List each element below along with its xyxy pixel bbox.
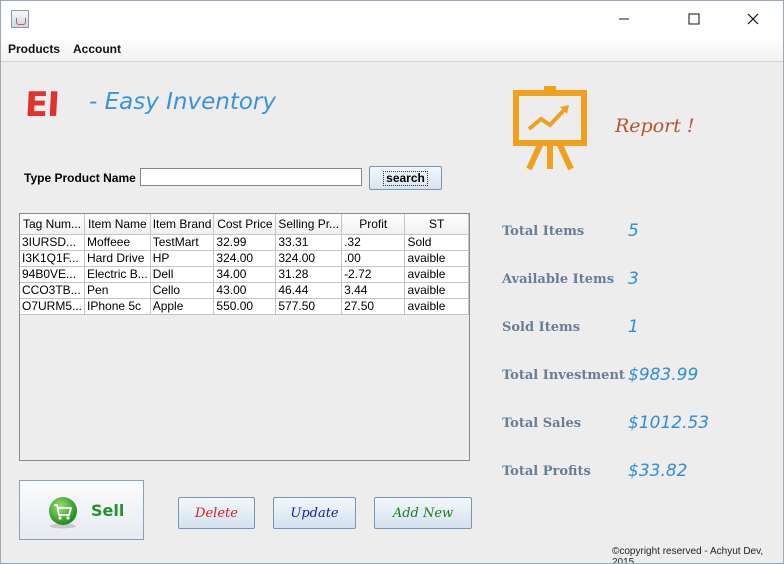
cell-item-name: Pen — [84, 282, 151, 299]
sell-button-label: Sell — [91, 501, 125, 520]
copyright-text: ©copyright reserved - Achyut Dev, 2015 — [612, 546, 764, 564]
cell-status: avaible — [404, 298, 469, 315]
stat-value-total-investment: $983.99 — [628, 365, 699, 385]
cell-selling-price: 46.44 — [275, 282, 343, 299]
col-header-profit[interactable]: Profit — [341, 214, 406, 235]
stat-value-sold-items: 1 — [628, 317, 639, 337]
col-header-cost-price[interactable]: Cost Price — [213, 214, 277, 235]
cell-cost-price: 32.99 — [213, 234, 277, 251]
cell-cost-price: 550.00 — [213, 298, 277, 315]
java-app-icon — [11, 10, 29, 28]
table-row[interactable]: CCO3TB... Pen Cello 43.00 46.44 3.44 ava… — [20, 282, 469, 299]
add-new-button[interactable]: Add New — [374, 497, 472, 529]
col-header-item-name[interactable]: Item Name — [84, 214, 151, 235]
stat-label-total-items: Total Items — [502, 224, 585, 239]
col-header-status[interactable]: ST — [404, 214, 469, 235]
col-header-tag[interactable]: Tag Num... — [20, 214, 86, 235]
col-header-selling-price[interactable]: Selling Pr... — [275, 214, 343, 235]
inventory-table[interactable]: Tag Num... Item Name Item Brand Cost Pri… — [19, 213, 470, 461]
stat-label-total-investment: Total Investment — [502, 368, 625, 383]
cell-status: avaible — [404, 250, 469, 267]
cell-item-brand: Cello — [150, 282, 215, 299]
cell-profit: 3.44 — [341, 282, 406, 299]
stat-label-total-sales: Total Sales — [502, 416, 582, 431]
delete-button-label: Delete — [195, 505, 238, 521]
stat-value-total-items: 5 — [628, 221, 639, 241]
cell-status: avaible — [404, 266, 469, 283]
menu-products[interactable]: Products — [8, 42, 60, 56]
maximize-icon[interactable] — [671, 1, 717, 37]
table-row[interactable]: 3IURSD... Moffeee TestMart 32.99 33.31 .… — [20, 234, 469, 251]
cell-selling-price: 324.00 — [275, 250, 343, 267]
cell-profit: -2.72 — [341, 266, 406, 283]
cell-selling-price: 577.50 — [275, 298, 343, 315]
cell-profit: .00 — [341, 250, 406, 267]
cell-item-brand: Apple — [150, 298, 215, 315]
cell-tag: CCO3TB... — [20, 282, 86, 299]
cell-status: avaible — [404, 282, 469, 299]
close-icon[interactable] — [730, 1, 776, 37]
cell-item-brand: Dell — [150, 266, 215, 283]
logo-mark: EI — [23, 85, 60, 125]
search-input[interactable] — [140, 168, 362, 186]
cell-cost-price: 34.00 — [213, 266, 277, 283]
cell-tag: I3K1Q1F... — [20, 250, 86, 267]
cell-profit: .32 — [341, 234, 406, 251]
cell-item-brand: TestMart — [150, 234, 215, 251]
search-label: Type Product Name — [24, 171, 136, 185]
cell-profit: 27.50 — [341, 298, 406, 315]
stat-value-total-profits: $33.82 — [628, 461, 688, 481]
cell-selling-price: 33.31 — [275, 234, 343, 251]
stat-label-total-profits: Total Profits — [502, 464, 591, 479]
menu-bar: Products Account — [1, 37, 783, 62]
table-header-row: Tag Num... Item Name Item Brand Cost Pri… — [20, 214, 469, 235]
cell-tag: 94B0VE... — [20, 266, 86, 283]
cell-tag: O7URM5... — [20, 298, 86, 315]
stat-value-available-items: 3 — [628, 269, 639, 289]
col-header-item-brand[interactable]: Item Brand — [150, 214, 215, 235]
stat-value-total-sales: $1012.53 — [628, 413, 710, 433]
cell-status: Sold — [404, 234, 469, 251]
stat-label-available-items: Available Items — [502, 272, 615, 287]
cell-cost-price: 43.00 — [213, 282, 277, 299]
stat-label-sold-items: Sold Items — [502, 320, 581, 335]
add-new-button-label: Add New — [392, 505, 454, 521]
sell-button[interactable]: Sell — [19, 480, 144, 540]
search-button[interactable]: search — [369, 166, 442, 190]
table-row[interactable]: O7URM5... IPhone 5c Apple 550.00 577.50 … — [20, 298, 469, 315]
cell-item-name: Moffeee — [84, 234, 151, 251]
shopping-cart-icon — [46, 495, 80, 532]
report-link[interactable]: Report ! — [615, 115, 695, 137]
table-row[interactable]: 94B0VE... Electric B... Dell 34.00 31.28… — [20, 266, 469, 283]
cell-tag: 3IURSD... — [20, 234, 86, 251]
cell-cost-price: 324.00 — [213, 250, 277, 267]
update-button[interactable]: Update — [273, 497, 356, 529]
cell-selling-price: 31.28 — [275, 266, 343, 283]
table-row[interactable]: I3K1Q1F... Hard Drive HP 324.00 324.00 .… — [20, 250, 469, 267]
cell-item-name: Hard Drive — [84, 250, 151, 267]
app-title: - Easy Inventory — [89, 89, 276, 115]
minimize-icon[interactable] — [601, 1, 647, 37]
menu-account[interactable]: Account — [73, 42, 121, 56]
app-window: Products Account EI - Easy Inventory Rep… — [0, 0, 784, 564]
cell-item-brand: HP — [150, 250, 215, 267]
title-bar — [1, 1, 783, 37]
cell-item-name: IPhone 5c — [84, 298, 151, 315]
cell-item-name: Electric B... — [84, 266, 151, 283]
delete-button[interactable]: Delete — [178, 497, 255, 529]
update-button-label: Update — [290, 505, 339, 521]
presentation-chart-icon[interactable] — [511, 85, 591, 176]
search-button-label: search — [383, 170, 428, 186]
